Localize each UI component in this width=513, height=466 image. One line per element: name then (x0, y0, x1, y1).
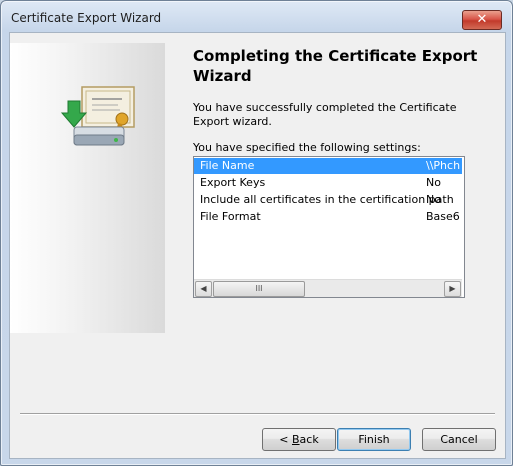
button-separator (20, 413, 495, 415)
back-label-rest: ack (299, 433, 319, 446)
grip-icon: III (255, 284, 263, 293)
settings-row[interactable]: File Format Base64 (194, 209, 462, 225)
cancel-button[interactable]: Cancel (422, 428, 496, 451)
back-label-mnemonic: B (292, 433, 300, 446)
wizard-window: Certificate Export Wizard ✕ Completing t… (0, 0, 513, 466)
settings-row[interactable]: Export Keys No (194, 175, 462, 191)
window-title: Certificate Export Wizard (11, 11, 162, 25)
setting-value: \\Phchb (426, 159, 460, 172)
arrow-left-icon: ◀ (200, 284, 207, 293)
back-button[interactable]: < Back (262, 428, 336, 451)
close-button[interactable]: ✕ (462, 10, 502, 30)
setting-value: Base64 (426, 210, 460, 223)
arrow-right-icon: ▶ (449, 284, 456, 293)
wizard-client-area: Completing the Certificate Export Wizard… (9, 32, 506, 459)
setting-value: No (426, 193, 441, 206)
setting-value: No (426, 176, 441, 189)
horizontal-scrollbar[interactable]: ◀ III ▶ (194, 279, 462, 297)
scroll-right-button[interactable]: ▶ (444, 281, 461, 297)
settings-label: You have specified the following setting… (193, 141, 421, 154)
settings-list[interactable]: File Name \\Phchb Export Keys No Include… (193, 156, 465, 298)
setting-name: File Name (200, 159, 255, 172)
page-heading: Completing the Certificate Export Wizard (193, 47, 478, 85)
setting-name: Include all certificates in the certific… (200, 193, 454, 206)
certificate-export-icon (60, 86, 135, 146)
setting-name: File Format (200, 210, 261, 223)
back-label-prefix: < (279, 433, 292, 446)
settings-row[interactable]: File Name \\Phchb (194, 158, 462, 174)
wizard-side-panel (10, 43, 165, 333)
close-icon: ✕ (476, 12, 488, 27)
settings-row[interactable]: Include all certificates in the certific… (194, 192, 462, 208)
completion-description: You have successfully completed the Cert… (193, 101, 457, 128)
scroll-left-button[interactable]: ◀ (195, 281, 212, 297)
finish-button[interactable]: Finish (337, 428, 411, 451)
scrollbar-thumb[interactable]: III (213, 281, 305, 297)
setting-name: Export Keys (200, 176, 266, 189)
